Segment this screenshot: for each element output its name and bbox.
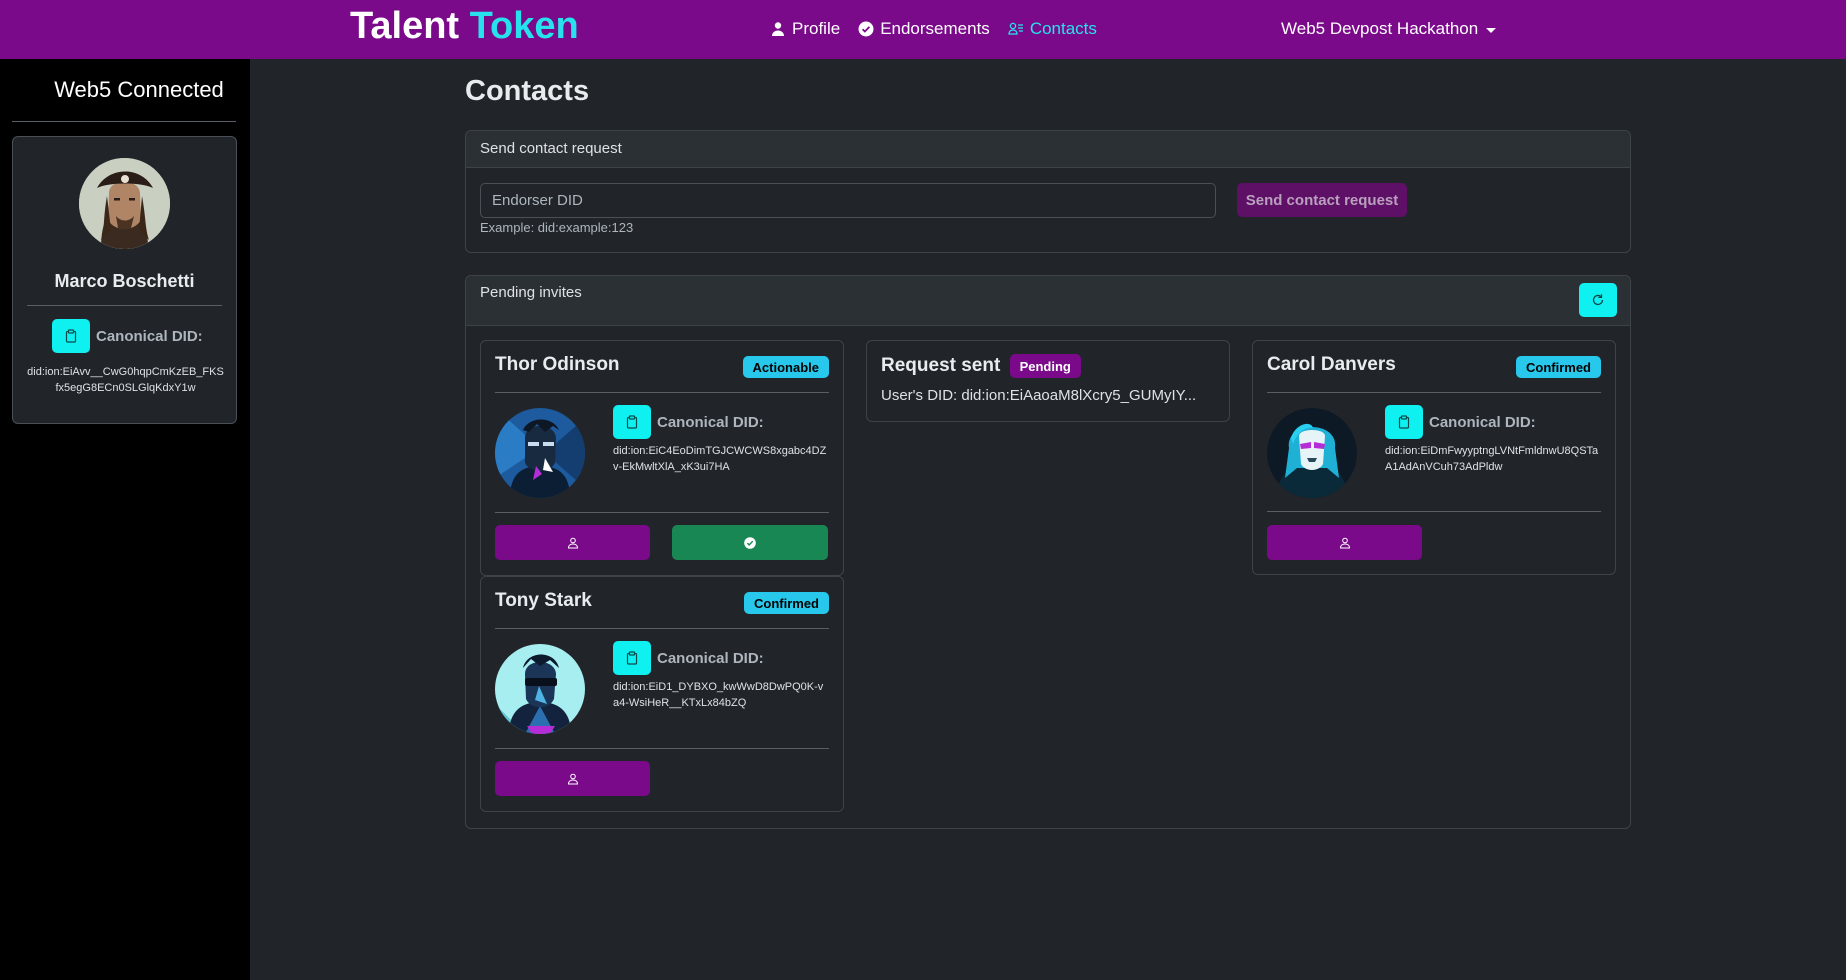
request-sent-label: Request sent — [881, 355, 1001, 377]
pending-invites-title: Pending invites — [480, 284, 582, 301]
status-badge: Actionable — [742, 356, 829, 378]
copy-did-button[interactable] — [52, 319, 90, 353]
person-outline-icon — [567, 537, 578, 548]
avatar — [495, 408, 585, 498]
canonical-did-label: Canonical DID: — [1429, 413, 1536, 431]
nav-links: Profile Endorsements Contacts — [770, 19, 1097, 39]
canonical-did-label: Canonical DID: — [96, 327, 203, 345]
status-badge: Confirmed — [744, 592, 829, 614]
nav-link-endorsements[interactable]: Endorsements — [858, 19, 990, 39]
sidebar: Web5 Connected Marco Boschetti Canonical… — [0, 59, 250, 980]
contact-card-thor: Thor Odinson Actionable Canonical DID: d… — [480, 340, 844, 576]
person-outline-icon — [567, 773, 578, 784]
endorser-did-input[interactable] — [480, 183, 1216, 218]
workspace-label: Web5 Devpost Hackathon — [1281, 19, 1479, 38]
contact-divider — [495, 392, 829, 393]
refresh-icon — [1592, 294, 1604, 306]
workspace-dropdown[interactable]: Web5 Devpost Hackathon — [1281, 19, 1497, 39]
caret-down-icon — [1486, 27, 1497, 33]
nav-link-profile[interactable]: Profile — [770, 19, 840, 39]
canonical-did-row: Canonical DID: — [1385, 405, 1536, 439]
clipboard-icon — [1398, 415, 1410, 429]
clipboard-icon — [65, 329, 77, 343]
person-icon — [772, 22, 784, 36]
contact-divider — [495, 628, 829, 629]
copy-did-button[interactable] — [613, 641, 651, 675]
canonical-did-label: Canonical DID: — [657, 649, 764, 667]
status-badge: Confirmed — [1516, 356, 1601, 378]
canonical-did-label: Canonical DID: — [657, 413, 764, 431]
view-profile-button[interactable] — [495, 761, 650, 796]
contact-card-tony: Tony Stark Confirmed Canonical DID: did:… — [480, 576, 844, 812]
brand-text-token: Token — [469, 5, 579, 47]
brand-logo[interactable]: Talent Token — [350, 5, 579, 48]
contact-name: Thor Odinson — [495, 354, 620, 375]
contact-divider — [495, 748, 829, 749]
contact-divider — [495, 512, 829, 513]
check-badge-icon — [858, 21, 874, 37]
contact-name: Tony Stark — [495, 590, 592, 611]
contact-divider — [1267, 511, 1601, 512]
profile-divider — [27, 305, 222, 306]
page-title: Contacts — [465, 75, 590, 107]
nav-link-endorsements-label: Endorsements — [880, 19, 990, 38]
view-profile-button[interactable] — [1267, 525, 1422, 560]
canonical-did-value: did:ion:EiC4EoDimTGJCWCWS8xgabc4DZv-EkMw… — [613, 445, 827, 473]
contacts-icon — [1008, 22, 1023, 35]
avatar — [1267, 408, 1357, 498]
contact-card-carol: Carol Danvers Confirmed Canonical DID: d… — [1252, 340, 1616, 575]
canonical-did-row: Canonical DID: — [52, 319, 203, 353]
send-request-card: Send contact request Example: did:exampl… — [465, 130, 1631, 253]
sidebar-title: Web5 Connected — [54, 77, 224, 102]
send-request-header-title: Send contact request — [480, 140, 622, 157]
clipboard-icon — [626, 651, 638, 665]
request-sent-card: Request sent Pending User's DID: did:ion… — [866, 340, 1230, 422]
canonical-did-row: Canonical DID: — [613, 641, 764, 675]
profile-name: Marco Boschetti — [54, 271, 195, 291]
avatar — [495, 644, 585, 734]
canonical-did-value: did:ion:EiAvv__CwG0hqpCmKzEB_FKSfx5egG8E… — [27, 366, 224, 394]
profile-card: Marco Boschetti Canonical DID: did:ion:E… — [12, 136, 237, 424]
pending-invites-header: Pending invites — [466, 276, 1630, 326]
nav-link-contacts-label: Contacts — [1029, 19, 1097, 38]
check-circle-icon — [744, 536, 756, 549]
avatar — [79, 158, 170, 249]
pending-invites-card: Pending invites Thor Odinson Actionable — [465, 275, 1631, 829]
sidebar-divider — [12, 121, 236, 122]
brand-text-talent: Talent — [350, 5, 460, 47]
canonical-did-value: did:ion:EiDmFwyyptngLVNtFmldnwU8QSTaA1Ad… — [1385, 445, 1599, 473]
send-contact-request-button[interactable]: Send contact request — [1237, 183, 1407, 217]
request-sent-title: Request sent Pending — [881, 354, 1081, 378]
request-sent-did: User's DID: did:ion:EiAaoaM8lXcry5_GUMyI… — [881, 387, 1197, 404]
nav-link-contacts[interactable]: Contacts — [1008, 19, 1097, 39]
status-badge: Pending — [1009, 354, 1081, 378]
nav-link-profile-label: Profile — [792, 19, 841, 38]
accept-contact-button[interactable] — [672, 525, 828, 560]
refresh-button[interactable] — [1579, 283, 1617, 317]
contact-divider — [1267, 392, 1601, 393]
copy-did-button[interactable] — [613, 405, 651, 439]
view-profile-button[interactable] — [495, 525, 650, 560]
canonical-did-value: did:ion:EiD1_DYBXO_kwWwD8DwPQ0K-va4-WsiH… — [613, 681, 824, 709]
send-request-header: Send contact request — [466, 131, 1630, 168]
person-outline-icon — [1339, 537, 1350, 548]
contact-name: Carol Danvers — [1267, 354, 1396, 375]
top-navbar: Talent Token Profile Endorsements Contac… — [0, 0, 1846, 59]
clipboard-icon — [626, 415, 638, 429]
did-help-text: Example: did:example:123 — [480, 220, 634, 235]
canonical-did-row: Canonical DID: — [613, 405, 764, 439]
copy-did-button[interactable] — [1385, 405, 1423, 439]
